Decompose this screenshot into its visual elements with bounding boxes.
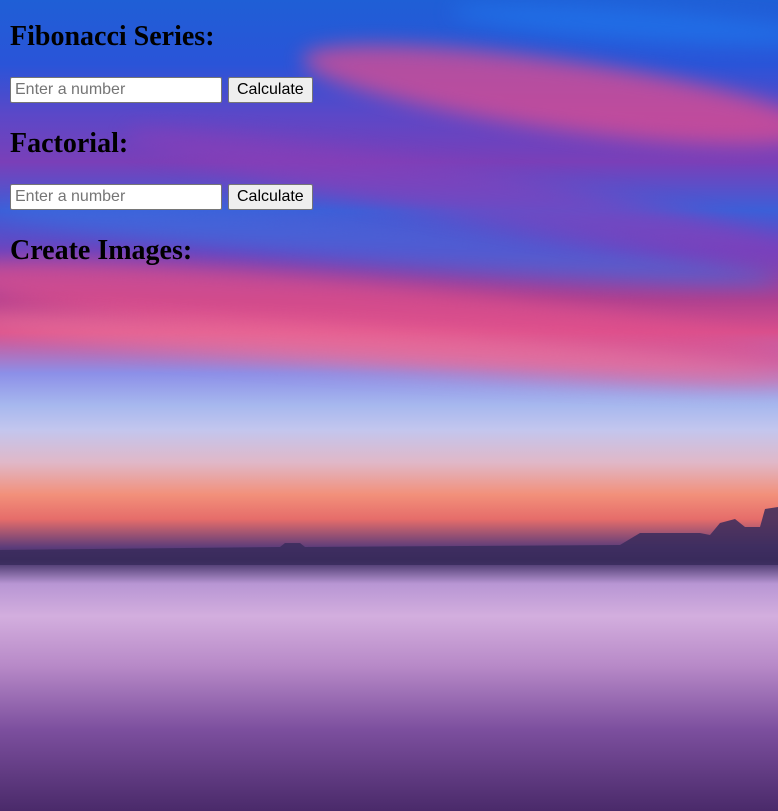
fibonacci-heading: Fibonacci Series: bbox=[10, 21, 215, 52]
factorial-number-input[interactable] bbox=[10, 184, 222, 210]
factorial-form: Calculate bbox=[10, 184, 768, 210]
city-skyline-silhouette bbox=[0, 507, 778, 565]
factorial-calculate-button[interactable]: Calculate bbox=[228, 184, 313, 210]
factorial-heading: Factorial: bbox=[10, 128, 129, 159]
fibonacci-calculate-button[interactable]: Calculate bbox=[228, 77, 313, 103]
create-images-heading: Create Images: bbox=[10, 235, 193, 266]
fibonacci-number-input[interactable] bbox=[10, 77, 222, 103]
page-content: Fibonacci Series: Calculate Factorial: C… bbox=[0, 0, 778, 267]
fibonacci-form: Calculate bbox=[10, 77, 768, 103]
